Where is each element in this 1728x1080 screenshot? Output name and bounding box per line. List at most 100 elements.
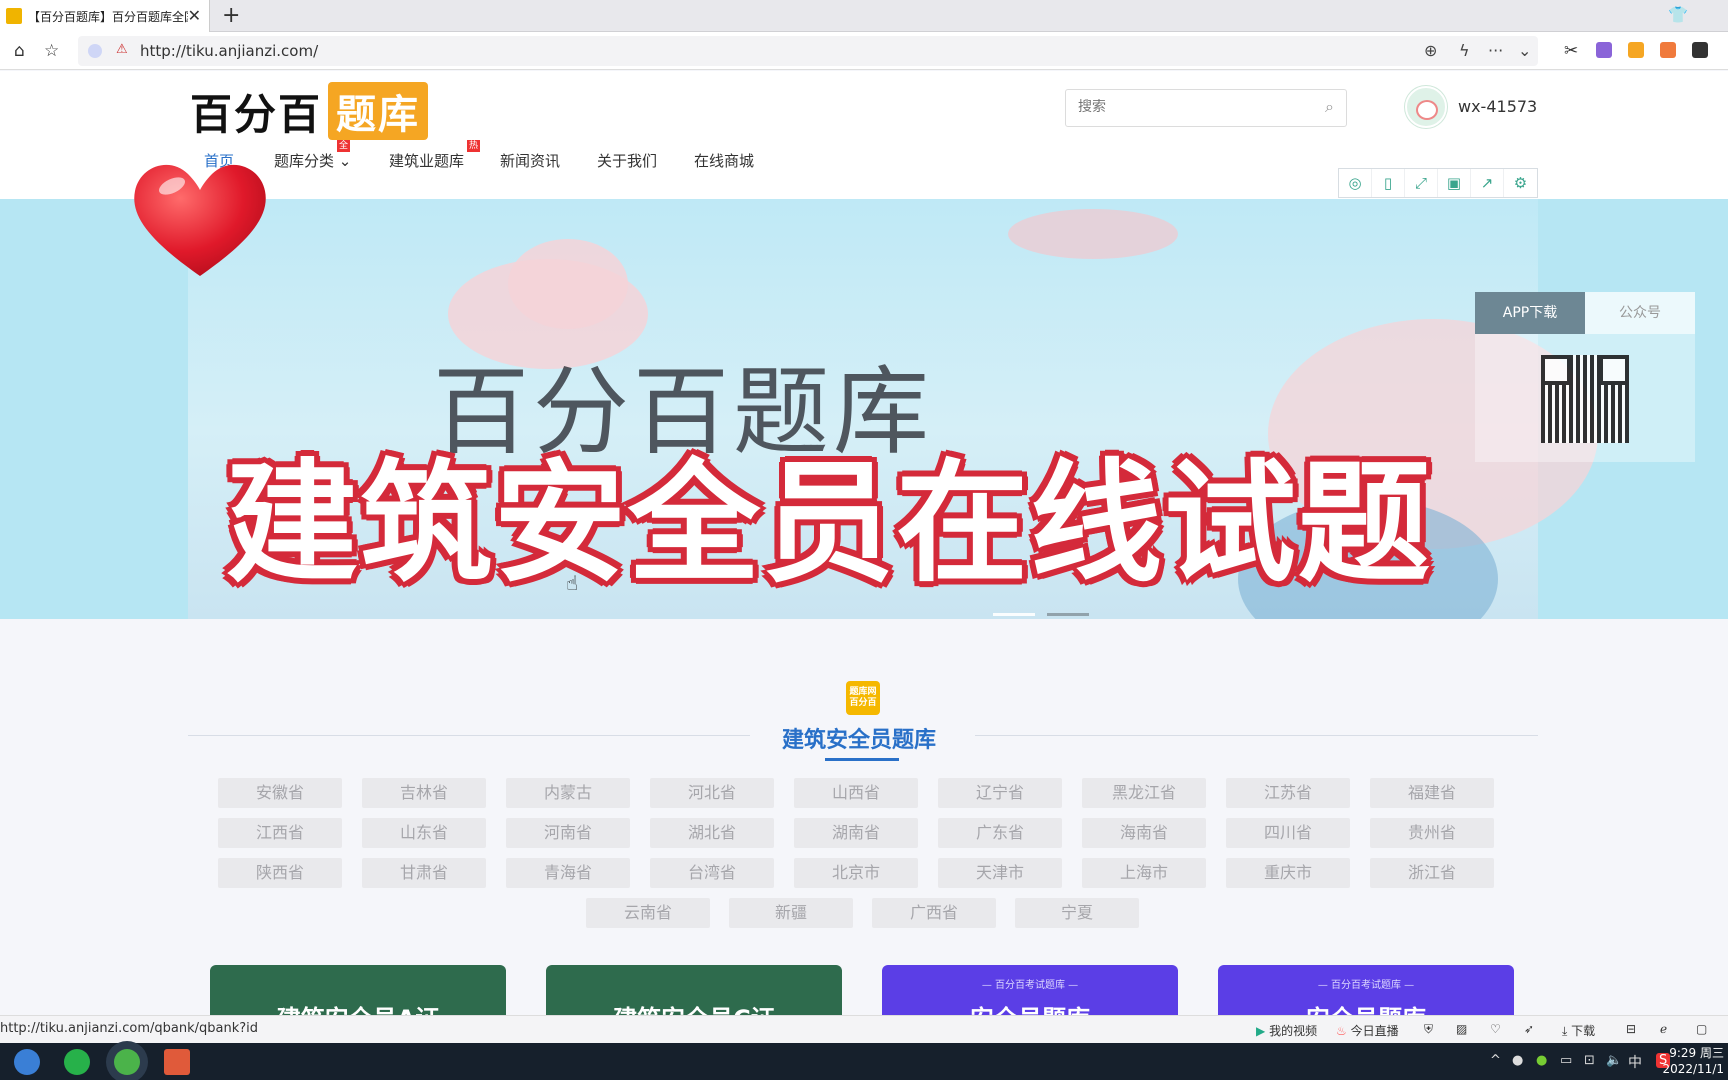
mobile-icon[interactable]: ▯ — [1372, 169, 1405, 197]
image-icon[interactable]: ▨ — [1456, 1022, 1467, 1036]
save-icon[interactable]: ▣ — [1438, 169, 1471, 197]
more-icon[interactable]: ··· — [1488, 41, 1503, 60]
game-extension-icon[interactable] — [1660, 42, 1676, 58]
search-input[interactable] — [1078, 99, 1298, 115]
province-button[interactable]: 台湾省 — [650, 858, 774, 888]
qq-tray-icon[interactable]: ● — [1512, 1053, 1523, 1068]
province-button[interactable]: 湖北省 — [650, 818, 774, 848]
carousel-dot-active[interactable] — [993, 613, 1035, 616]
system-clock[interactable]: 9:29 周三 2022/11/1 — [1662, 1045, 1724, 1077]
live-button[interactable]: ♨ 今日直播 — [1336, 1022, 1399, 1039]
province-button[interactable]: 北京市 — [794, 858, 918, 888]
question-bank-card[interactable]: — 百分百考试题库 — 安全员题库 — [882, 965, 1178, 1015]
province-button[interactable]: 福建省 — [1370, 778, 1494, 808]
province-button[interactable]: 湖南省 — [794, 818, 918, 848]
apps-grid-icon[interactable] — [1692, 42, 1708, 58]
search-icon[interactable]: ⌕ — [1325, 97, 1334, 117]
layout-icon[interactable]: ⊟ — [1626, 1022, 1636, 1036]
question-bank-card[interactable]: 建筑安全员C证 — [546, 965, 842, 1015]
province-button[interactable]: 上海市 — [1082, 858, 1206, 888]
province-button[interactable]: 吉林省 — [362, 778, 486, 808]
my-video-button[interactable]: ▶ 我的视频 — [1256, 1022, 1317, 1039]
site-logo[interactable]: 百分百 题库 — [190, 82, 429, 140]
video-overlay-title: 建筑安全员在线试题 — [226, 447, 1432, 601]
chevron-down-icon[interactable]: ⌄ — [1518, 41, 1531, 60]
tab-wechat-account[interactable]: 公众号 — [1585, 292, 1695, 334]
window-icon[interactable]: ▢ — [1696, 1022, 1707, 1036]
nav-item-shop[interactable]: 在线商城 — [694, 150, 754, 171]
carousel-dot[interactable] — [1047, 613, 1089, 616]
province-button[interactable]: 陕西省 — [218, 858, 342, 888]
shield-status-icon[interactable]: ⛨ — [1424, 1022, 1433, 1037]
active-browser-icon[interactable] — [114, 1049, 140, 1075]
zoom-icon[interactable]: ⊕ — [1424, 41, 1437, 60]
skin-icon[interactable]: 👕 — [1668, 5, 1688, 24]
username[interactable]: wx-41573 — [1458, 97, 1537, 116]
province-button[interactable]: 河北省 — [650, 778, 774, 808]
lightning-icon[interactable]: ϟ — [1459, 41, 1470, 60]
province-button[interactable]: 青海省 — [506, 858, 630, 888]
ime-indicator[interactable]: 中 — [1628, 1052, 1642, 1072]
home-icon[interactable]: ⌂ — [14, 41, 25, 61]
card-title: 建筑安全员A证 — [210, 999, 506, 1015]
scissors-icon[interactable]: ✂ — [1564, 41, 1578, 61]
province-button[interactable]: 浙江省 — [1370, 858, 1494, 888]
fullscreen-icon[interactable]: ⤢ — [1405, 169, 1438, 197]
address-bar-row: ⌂ ☆ ⚠ http://tiku.anjianzi.com/ ⊕ ϟ ··· … — [0, 32, 1728, 70]
sogou-browser-icon[interactable] — [14, 1049, 40, 1075]
province-button[interactable]: 新疆 — [729, 898, 853, 928]
province-button[interactable]: 山西省 — [794, 778, 918, 808]
province-button[interactable]: 广东省 — [938, 818, 1062, 848]
heart-status-icon[interactable]: ♡ — [1490, 1022, 1501, 1036]
download-button[interactable]: ⤓ 下载 — [1562, 1022, 1595, 1039]
search-box[interactable]: ⌕ — [1065, 89, 1347, 127]
nav-item-construction[interactable]: 建筑业题库 — [389, 150, 464, 171]
close-tab-icon[interactable]: ✕ — [188, 6, 201, 25]
province-button[interactable]: 河南省 — [506, 818, 630, 848]
province-button[interactable]: 贵州省 — [1370, 818, 1494, 848]
rocket-icon[interactable]: ➶ — [1524, 1022, 1534, 1036]
province-button[interactable]: 山东省 — [362, 818, 486, 848]
question-bank-card[interactable]: 建筑安全员A证 — [210, 965, 506, 1015]
province-button[interactable]: 宁夏 — [1015, 898, 1139, 928]
province-button[interactable]: 江苏省 — [1226, 778, 1350, 808]
wechat-icon[interactable] — [64, 1049, 90, 1075]
address-bar[interactable]: ⚠ http://tiku.anjianzi.com/ ⊕ ϟ ··· ⌄ — [78, 36, 1538, 66]
section-title: 建筑安全员题库 — [782, 728, 937, 753]
province-button[interactable]: 四川省 — [1226, 818, 1350, 848]
province-button[interactable]: 云南省 — [586, 898, 710, 928]
ie-icon[interactable]: ℯ — [1660, 1022, 1667, 1036]
display-tray-icon[interactable]: ▭ — [1560, 1053, 1572, 1068]
new-tab-icon[interactable]: + — [222, 3, 240, 28]
province-button[interactable]: 重庆市 — [1226, 858, 1350, 888]
province-button[interactable]: 广西省 — [872, 898, 996, 928]
refresh-icon[interactable]: ◎ — [1339, 169, 1372, 197]
province-button[interactable]: 甘肃省 — [362, 858, 486, 888]
recorder-icon[interactable] — [164, 1049, 190, 1075]
insecure-lock-icon[interactable]: ⚠ — [116, 42, 128, 57]
province-button[interactable]: 辽宁省 — [938, 778, 1062, 808]
settings-icon[interactable]: ⚙ — [1504, 169, 1537, 197]
bookmark-star-icon[interactable]: ☆ — [44, 41, 59, 61]
browser-tab[interactable]: 【百分百题库】百分百题库全国 ✕ — [0, 0, 210, 32]
province-button[interactable]: 海南省 — [1082, 818, 1206, 848]
question-bank-card[interactable]: — 百分百考试题库 — 安全员题库 — [1218, 965, 1514, 1015]
share-icon[interactable]: ↗ — [1471, 169, 1504, 197]
tab-app-download[interactable]: APP下载 — [1475, 292, 1585, 334]
url-text[interactable]: http://tiku.anjianzi.com/ — [140, 42, 318, 60]
province-button[interactable]: 安徽省 — [218, 778, 342, 808]
tray-expand-icon[interactable]: ^ — [1490, 1053, 1501, 1068]
nav-item-news[interactable]: 新闻资讯 — [500, 150, 560, 171]
network-tray-icon[interactable]: ⊡ — [1584, 1053, 1595, 1068]
tray-app-icon[interactable]: ● — [1536, 1053, 1547, 1068]
translate-extension-icon[interactable] — [1596, 42, 1612, 58]
avatar[interactable] — [1405, 86, 1447, 128]
province-button[interactable]: 江西省 — [218, 818, 342, 848]
province-button[interactable]: 天津市 — [938, 858, 1062, 888]
shield-extension-icon[interactable] — [1628, 42, 1644, 58]
province-button[interactable]: 黑龙江省 — [1082, 778, 1206, 808]
nav-item-categories[interactable]: 题库分类 ⌄ — [274, 150, 351, 171]
volume-tray-icon[interactable]: 🔈 — [1606, 1053, 1622, 1068]
province-button[interactable]: 内蒙古 — [506, 778, 630, 808]
nav-item-about[interactable]: 关于我们 — [597, 150, 657, 171]
